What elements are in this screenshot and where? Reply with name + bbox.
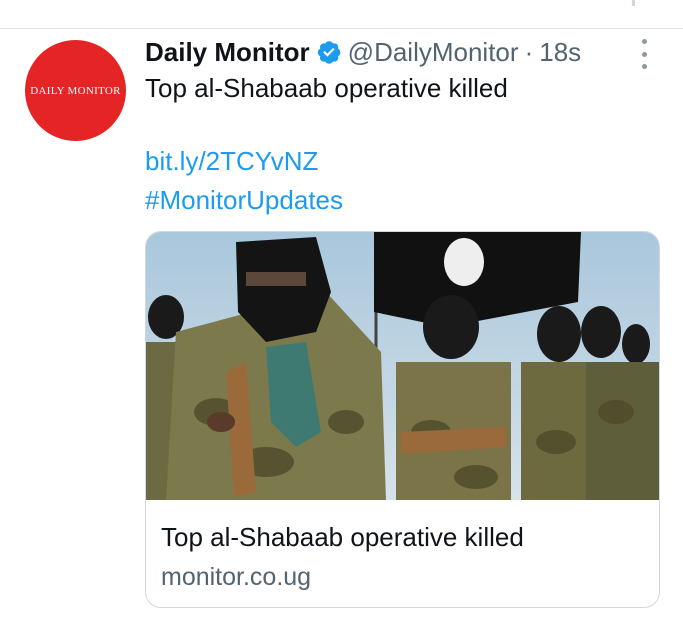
card-title: Top al-Shabaab operative killed — [161, 522, 524, 552]
tweet-header: Daily Monitor @DailyMonitor · 18s — [145, 35, 581, 69]
hashtag-link[interactable]: #MonitorUpdates — [145, 185, 343, 216]
avatar-logo-text: DAILY MONITOR — [30, 84, 121, 97]
top-edge-mark — [632, 0, 635, 6]
verified-badge-icon — [317, 41, 341, 64]
tweet-link[interactable]: bit.ly/2TCYvNZ — [145, 146, 318, 177]
tweet[interactable]: DAILY MONITOR Daily Monitor @DailyMonito… — [0, 29, 683, 626]
card-image — [146, 232, 659, 500]
avatar[interactable]: DAILY MONITOR — [25, 40, 126, 141]
timestamp[interactable]: 18s — [539, 37, 581, 68]
user-handle[interactable]: @DailyMonitor — [348, 37, 519, 68]
more-options-icon[interactable] — [638, 39, 650, 69]
card-domain: monitor.co.ug — [161, 563, 312, 591]
tweet-text: Top al-Shabaab operative killed — [145, 73, 508, 103]
link-card[interactable]: Top al-Shabaab operative killed monitor.… — [145, 231, 660, 608]
separator-dot: · — [524, 36, 534, 67]
display-name[interactable]: Daily Monitor — [145, 37, 310, 68]
